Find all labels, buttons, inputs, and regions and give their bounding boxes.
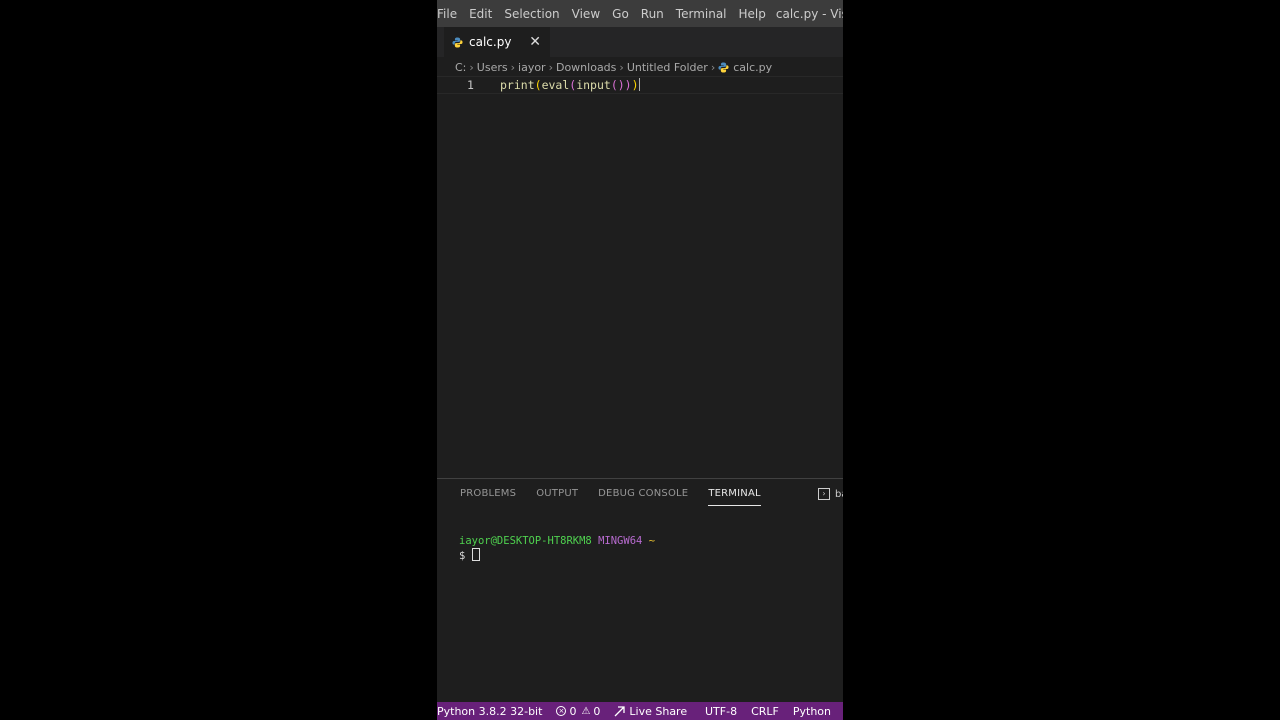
terminal-cursor — [471, 548, 480, 561]
chevron-right-icon: › — [469, 60, 474, 74]
breadcrumb-users[interactable]: Users — [477, 61, 508, 74]
tab-output[interactable]: OUTPUT — [536, 488, 578, 506]
menu-edit[interactable]: Edit — [463, 7, 498, 21]
code-editor[interactable]: 1 print(eval(input())) — [437, 76, 843, 478]
text-cursor — [638, 78, 640, 91]
code-token: eval — [541, 78, 570, 92]
terminal-icon: › — [818, 488, 830, 500]
status-language[interactable]: Python — [793, 705, 831, 718]
live-share-label: Live Share — [629, 704, 688, 718]
menu-file[interactable]: File — [437, 7, 463, 21]
code-token: ( — [534, 78, 542, 92]
status-bar: Python 3.8.2 32-bit × 0 ⚠ 0 Live Share U… — [437, 702, 843, 720]
code-token: ()) — [610, 78, 632, 92]
status-problems[interactable]: × 0 ⚠ 0 — [556, 705, 600, 718]
chevron-right-icon: › — [510, 60, 516, 74]
menu-run[interactable]: Run — [635, 7, 670, 21]
terminal-selector[interactable]: › ba — [818, 488, 843, 500]
terminal-selector-label: ba — [835, 488, 843, 500]
code-token: print — [500, 78, 535, 92]
warning-count: 0 — [593, 704, 601, 718]
terminal-prompt: $ — [459, 550, 466, 562]
live-share-button[interactable]: Live Share — [614, 705, 687, 718]
menu-selection[interactable]: Selection — [498, 7, 565, 21]
code-token: ) — [631, 78, 639, 92]
terminal-dir: ~ — [648, 535, 656, 547]
menu-terminal[interactable]: Terminal — [670, 7, 733, 21]
code-line[interactable]: 1 print(eval(input())) — [437, 76, 843, 94]
breadcrumb-file[interactable]: calc.py — [733, 61, 772, 74]
terminal-output[interactable]: iayor@DESKTOP-HT8RKM8 MINGW64 ~ $ — [459, 534, 655, 563]
breadcrumb-downloads[interactable]: Downloads — [556, 61, 616, 74]
error-icon: × — [556, 706, 567, 716]
code-text[interactable]: print(eval(input())) — [500, 78, 640, 92]
terminal-system: MINGW64 — [598, 535, 643, 547]
warning-icon: ⚠ — [581, 705, 591, 717]
breadcrumb: C: › Users › iayor › Downloads › Untitle… — [455, 59, 772, 75]
status-interpreter[interactable]: Python 3.8.2 32-bit — [437, 705, 542, 718]
python-icon — [452, 36, 463, 48]
status-eol[interactable]: CRLF — [751, 705, 779, 718]
editor-tab-bar: calc.py ✕ — [437, 27, 843, 57]
code-token: input — [576, 78, 611, 92]
menu-go[interactable]: Go — [606, 7, 635, 21]
bottom-panel: PROBLEMS OUTPUT DEBUG CONSOLE TERMINAL ›… — [437, 478, 843, 705]
vscode-window: File Edit Selection View Go Run Terminal… — [437, 0, 843, 720]
line-number: 1 — [467, 78, 474, 92]
panel-tabs: PROBLEMS OUTPUT DEBUG CONSOLE TERMINAL — [460, 488, 781, 506]
python-icon — [718, 61, 729, 73]
terminal-user: iayor@DESKTOP-HT8RKM8 — [459, 535, 592, 547]
breadcrumb-user[interactable]: iayor — [518, 61, 546, 74]
tab-problems[interactable]: PROBLEMS — [460, 488, 516, 506]
chevron-right-icon: › — [619, 60, 624, 74]
window-title: calc.py - Visual Studi — [775, 6, 843, 21]
menu-help[interactable]: Help — [733, 7, 772, 21]
status-encoding[interactable]: UTF-8 — [705, 705, 737, 718]
breadcrumb-drive[interactable]: C: — [455, 61, 466, 74]
tab-label: calc.py — [469, 35, 512, 49]
tab-terminal[interactable]: TERMINAL — [708, 488, 761, 506]
live-share-icon — [614, 705, 626, 716]
menu-view[interactable]: View — [566, 7, 606, 21]
tab-calc-py[interactable]: calc.py ✕ — [444, 27, 550, 57]
close-icon[interactable]: ✕ — [529, 34, 541, 50]
error-count: 0 — [569, 704, 577, 718]
breadcrumb-folder[interactable]: Untitled Folder — [627, 61, 708, 74]
tab-debug-console[interactable]: DEBUG CONSOLE — [598, 488, 688, 506]
chevron-right-icon: › — [710, 60, 716, 74]
chevron-right-icon: › — [548, 60, 553, 74]
menu-bar: File Edit Selection View Go Run Terminal… — [437, 0, 843, 27]
